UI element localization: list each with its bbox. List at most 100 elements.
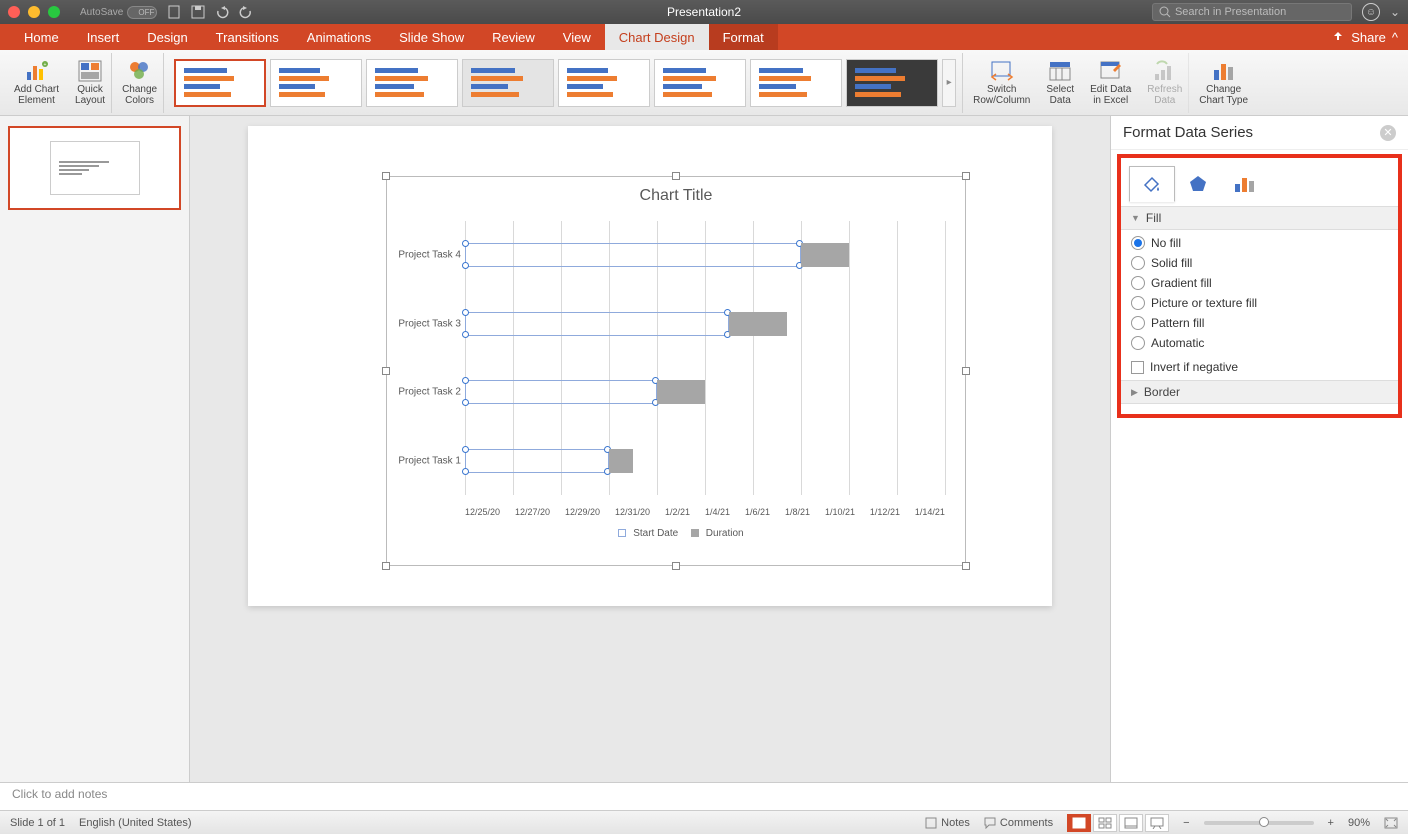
x-tick-label: 1/2/21 bbox=[665, 507, 690, 517]
slide[interactable]: Chart Title Project Task 4Project Task 3… bbox=[248, 126, 1052, 606]
data-bar-duration[interactable] bbox=[657, 380, 705, 404]
select-data-button[interactable]: Select Data bbox=[1040, 53, 1080, 113]
tab-format[interactable]: Format bbox=[709, 24, 778, 50]
close-window-icon[interactable] bbox=[8, 6, 20, 18]
chart-row: Project Task 1 bbox=[465, 427, 945, 496]
add-chart-element-button[interactable]: + Add Chart Element bbox=[8, 53, 65, 113]
slide-thumbnail-1[interactable] bbox=[8, 126, 181, 210]
close-panel-icon[interactable]: ✕ bbox=[1380, 125, 1396, 141]
sorter-view-button[interactable] bbox=[1093, 814, 1117, 832]
chart-object[interactable]: Chart Title Project Task 4Project Task 3… bbox=[386, 176, 966, 566]
resize-handle[interactable] bbox=[962, 367, 970, 375]
resize-handle[interactable] bbox=[382, 367, 390, 375]
radio-no-fill[interactable]: No fill bbox=[1131, 236, 1388, 250]
fit-to-window-button[interactable] bbox=[1384, 817, 1398, 829]
feedback-icon[interactable]: ☺ bbox=[1362, 3, 1380, 21]
tab-design[interactable]: Design bbox=[133, 24, 201, 50]
checkbox-invert-negative[interactable]: Invert if negative bbox=[1131, 360, 1388, 374]
resize-handle[interactable] bbox=[672, 172, 680, 180]
minimize-window-icon[interactable] bbox=[28, 6, 40, 18]
reading-view-button[interactable] bbox=[1119, 814, 1143, 832]
switch-row-column-button[interactable]: Switch Row/Column bbox=[967, 53, 1036, 113]
zoom-out-button[interactable]: − bbox=[1183, 817, 1189, 829]
slideshow-view-button[interactable] bbox=[1145, 814, 1169, 832]
radio-solid-fill[interactable]: Solid fill bbox=[1131, 256, 1388, 270]
window-controls[interactable] bbox=[8, 6, 60, 18]
effects-tab[interactable] bbox=[1175, 166, 1221, 202]
language-indicator[interactable]: English (United States) bbox=[79, 817, 192, 829]
chart-plot-area[interactable]: Project Task 4Project Task 3Project Task… bbox=[465, 221, 945, 495]
zoom-level[interactable]: 90% bbox=[1348, 817, 1370, 829]
legend-swatch-1 bbox=[618, 529, 626, 537]
radio-pattern-fill[interactable]: Pattern fill bbox=[1131, 316, 1388, 330]
resize-handle[interactable] bbox=[962, 562, 970, 570]
zoom-knob[interactable] bbox=[1259, 817, 1269, 827]
data-bar-duration[interactable] bbox=[729, 312, 787, 336]
share-label: Share bbox=[1351, 30, 1386, 45]
chart-style-1[interactable] bbox=[174, 59, 266, 107]
redo-icon[interactable] bbox=[239, 5, 253, 19]
edit-data-button[interactable]: Edit Data in Excel bbox=[1084, 53, 1137, 113]
search-input[interactable]: Search in Presentation bbox=[1152, 3, 1352, 21]
tab-review[interactable]: Review bbox=[478, 24, 549, 50]
chart-legend[interactable]: Start Date Duration bbox=[387, 528, 965, 539]
data-bar-start-date[interactable] bbox=[465, 449, 609, 473]
share-button[interactable]: Share ^ bbox=[1321, 24, 1408, 50]
quick-layout-button[interactable]: Quick Layout bbox=[69, 53, 112, 113]
data-bar-start-date[interactable] bbox=[465, 380, 657, 404]
data-bar-start-date[interactable] bbox=[465, 243, 801, 267]
comments-toggle[interactable]: Comments bbox=[984, 817, 1053, 829]
slide-thumbnail-panel[interactable]: 1 bbox=[0, 116, 190, 782]
maximize-window-icon[interactable] bbox=[48, 6, 60, 18]
undo-icon[interactable] bbox=[215, 5, 229, 19]
resize-handle[interactable] bbox=[382, 172, 390, 180]
chart-styles-gallery[interactable]: ▸ bbox=[168, 53, 963, 113]
slide-canvas-area[interactable]: Chart Title Project Task 4Project Task 3… bbox=[190, 116, 1110, 782]
change-chart-type-button[interactable]: Change Chart Type bbox=[1193, 53, 1254, 113]
resize-handle[interactable] bbox=[962, 172, 970, 180]
border-section-header[interactable]: ▶ Border bbox=[1121, 380, 1398, 404]
data-bar-duration[interactable] bbox=[801, 243, 849, 267]
tab-insert[interactable]: Insert bbox=[73, 24, 134, 50]
series-options-tab[interactable] bbox=[1221, 166, 1267, 202]
zoom-slider[interactable] bbox=[1204, 821, 1314, 825]
chart-style-4[interactable] bbox=[462, 59, 554, 107]
chevron-down-icon[interactable]: ⌄ bbox=[1390, 5, 1400, 19]
tab-home[interactable]: Home bbox=[10, 24, 73, 50]
history-icon[interactable] bbox=[167, 5, 181, 19]
chevron-up-icon[interactable]: ^ bbox=[1392, 30, 1398, 45]
tab-transitions[interactable]: Transitions bbox=[202, 24, 293, 50]
data-bar-duration[interactable] bbox=[609, 449, 633, 473]
radio-gradient-fill[interactable]: Gradient fill bbox=[1131, 276, 1388, 290]
chart-style-7[interactable] bbox=[750, 59, 842, 107]
zoom-in-button[interactable]: + bbox=[1328, 817, 1334, 829]
fill-section-header[interactable]: ▼ Fill bbox=[1121, 206, 1398, 230]
resize-handle[interactable] bbox=[382, 562, 390, 570]
change-colors-button[interactable]: Change Colors bbox=[116, 53, 164, 113]
tab-slideshow[interactable]: Slide Show bbox=[385, 24, 478, 50]
style-gallery-next[interactable]: ▸ bbox=[942, 59, 956, 107]
tab-view[interactable]: View bbox=[549, 24, 605, 50]
tab-animations[interactable]: Animations bbox=[293, 24, 385, 50]
chart-style-2[interactable] bbox=[270, 59, 362, 107]
category-label: Project Task 1 bbox=[389, 455, 461, 466]
category-label: Project Task 3 bbox=[389, 318, 461, 329]
radio-automatic[interactable]: Automatic bbox=[1131, 336, 1388, 350]
chart-style-3[interactable] bbox=[366, 59, 458, 107]
tab-chart-design[interactable]: Chart Design bbox=[605, 24, 709, 50]
notes-toggle[interactable]: Notes bbox=[925, 817, 970, 829]
save-icon[interactable] bbox=[191, 5, 205, 19]
radio-picture-fill[interactable]: Picture or texture fill bbox=[1131, 296, 1388, 310]
chart-title[interactable]: Chart Title bbox=[387, 177, 965, 205]
data-bar-start-date[interactable] bbox=[465, 312, 729, 336]
chart-style-6[interactable] bbox=[654, 59, 746, 107]
autosave-toggle[interactable]: AutoSave OFF bbox=[80, 6, 157, 19]
chart-style-8[interactable] bbox=[846, 59, 938, 107]
notes-pane[interactable]: Click to add notes bbox=[0, 782, 1408, 810]
fill-options: No fill Solid fill Gradient fill Picture… bbox=[1121, 230, 1398, 380]
autosave-pill[interactable]: OFF bbox=[127, 6, 157, 19]
resize-handle[interactable] bbox=[672, 562, 680, 570]
normal-view-button[interactable] bbox=[1067, 814, 1091, 832]
fill-line-tab[interactable] bbox=[1129, 166, 1175, 202]
chart-style-5[interactable] bbox=[558, 59, 650, 107]
